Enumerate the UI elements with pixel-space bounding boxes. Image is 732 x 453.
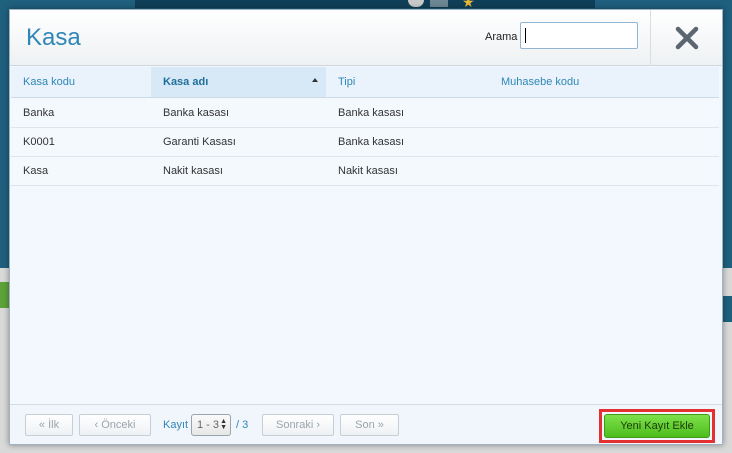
cell-kasa-kodu: Kasa [23,165,49,177]
sort-ascending-icon [312,78,318,82]
cell-kasa-kodu: Banka [23,107,55,119]
pagination-bar: « İlk ‹ Önceki Kayıt 1 - 3 ▲ ▼ / 3 Sonrak… [10,404,722,444]
background-toolbar [135,0,595,8]
first-page-button[interactable]: « İlk [25,414,73,436]
column-header-muhasebe-kodu[interactable]: Muhasebe kodu [489,67,719,97]
previous-page-button[interactable]: ‹ Önceki [79,414,151,436]
cell-kasa-adi: Nakit kasası [163,165,223,177]
cell-tipi: Banka kasası [338,136,405,148]
record-label: Kayıt [163,419,189,431]
table-header: Kasa kodu Kasa adı Tipi Muhasebe kodu [11,67,719,98]
kasa-modal: Kasa Arama Kasa kodu Kasa adı Tipi Muhas… [9,9,723,445]
cell-tipi: Banka kasası [338,107,405,119]
column-header-label: Tipi [338,76,356,88]
search-input[interactable] [520,22,638,49]
cell-kasa-adi: Banka kasası [163,107,230,119]
next-page-button[interactable]: Sonraki › [262,414,334,436]
page-select[interactable]: 1 - 3 ▲ ▼ [191,414,231,436]
text-caret [525,28,526,43]
cell-kasa-kodu: K0001 [23,136,55,148]
page-select-value: 1 - 3 [197,419,220,431]
table-row[interactable]: Banka Banka kasası Banka kasası [11,99,719,128]
cell-kasa-adi: Garanti Kasası [163,136,236,148]
search-label: Arama [485,31,518,43]
select-arrows-icon: ▲ ▼ [220,418,227,431]
table-row[interactable]: K0001 Garanti Kasası Banka kasası [11,128,719,157]
table-row[interactable]: Kasa Nakit kasası Nakit kasası [11,157,719,186]
column-header-kasa-adi[interactable]: Kasa adı [151,67,326,97]
cell-muhasebe-kodu [489,157,501,185]
close-x-icon [675,26,698,50]
modal-header: Kasa Arama [10,10,722,66]
column-header-label: Kasa adı [163,76,209,88]
column-header-tipi[interactable]: Tipi [326,67,489,97]
column-header-label: Kasa kodu [23,76,75,88]
cell-muhasebe-kodu [489,99,501,127]
cell-muhasebe-kodu [489,128,501,156]
column-header-label: Muhasebe kodu [501,76,580,88]
column-header-kasa-kodu[interactable]: Kasa kodu [11,67,151,97]
add-new-record-button[interactable]: Yeni Kayıt Ekle [604,414,710,438]
background-more-icon [430,0,448,7]
cell-tipi: Nakit kasası [338,165,398,177]
modal-title: Kasa [26,24,81,51]
close-button[interactable] [650,10,722,66]
last-page-button[interactable]: Son » [340,414,399,436]
page-total: / 3 [236,419,249,431]
background-tab-right [722,296,732,322]
